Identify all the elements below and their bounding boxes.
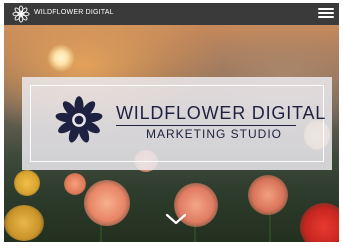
site-name[interactable]: WILDFLOWER DIGITAL [34, 9, 114, 16]
flower-blur [4, 205, 44, 241]
page-frame: WILDFLOWER DIGITAL WILDFLOWER DIGITAL MA… [4, 3, 339, 242]
flower-blur [64, 173, 86, 195]
brand-name: WILDFLOWER DIGITAL [116, 103, 327, 123]
brand-tagline: MARKETING STUDIO [146, 127, 283, 141]
flower-blur [14, 170, 40, 196]
flower-blur [248, 175, 288, 215]
top-navbar: WILDFLOWER DIGITAL [4, 3, 339, 25]
brand-panel: WILDFLOWER DIGITAL MARKETING STUDIO [22, 77, 332, 170]
chevron-down-icon[interactable] [165, 212, 187, 226]
flower-blur [300, 203, 339, 242]
brand-divider [116, 125, 296, 126]
hamburger-menu-icon[interactable] [317, 6, 335, 20]
flower-blur [84, 180, 130, 226]
lotus-icon [55, 96, 103, 143]
lotus-icon[interactable] [12, 5, 30, 23]
